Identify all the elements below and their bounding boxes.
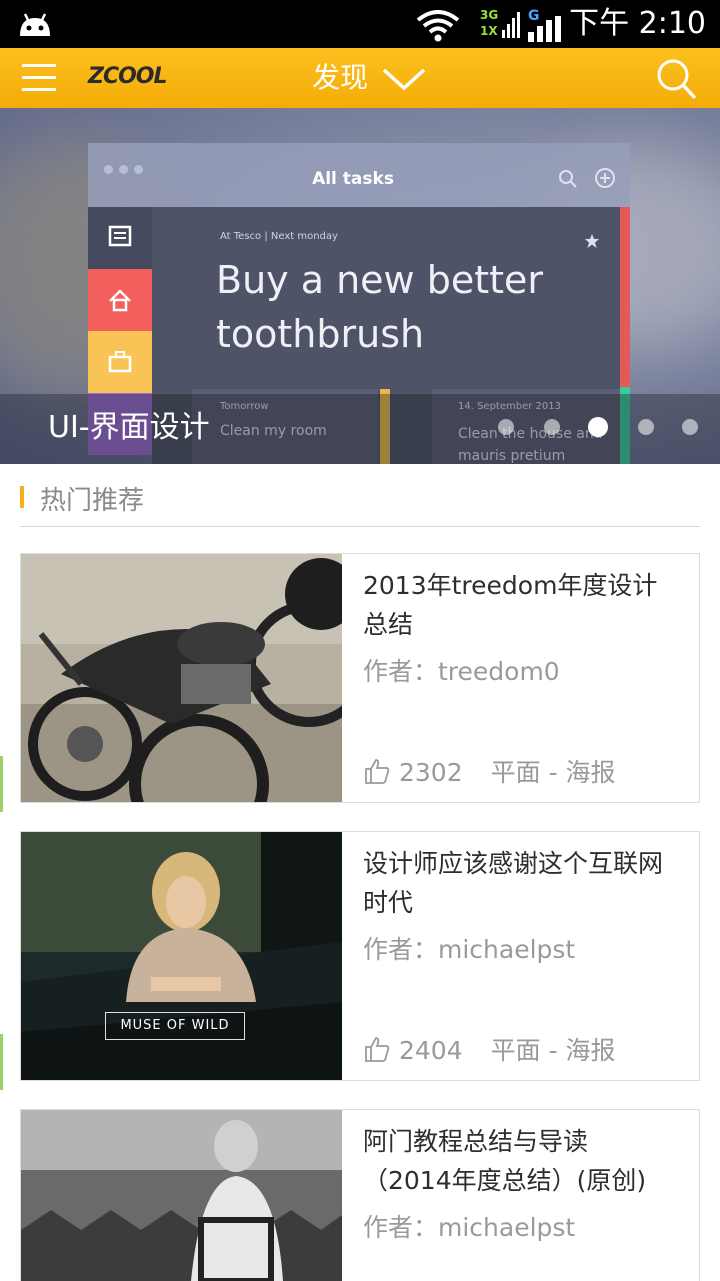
mock-task-title: Buy a new better toothbrush: [216, 258, 544, 356]
page-title[interactable]: 发现: [312, 60, 368, 96]
card-title[interactable]: 设计师应该感谢这个互联网时代: [363, 844, 663, 922]
photo-caption: MUSE OF WILD: [105, 1012, 245, 1040]
mock-window-title: All tasks: [312, 169, 394, 189]
list-item[interactable]: 2013年treedom年度设计总结 作者：treedom0 2302 平面 - …: [20, 553, 700, 803]
wifi-icon: [416, 10, 460, 42]
card-title[interactable]: 阿门教程总结与导读（2014年度总结）(原创): [363, 1122, 663, 1200]
clock: 下午 2:10: [569, 6, 706, 41]
status-bar: 3G 1X G 下午 2:10: [0, 0, 720, 48]
banner-caption: UI-界面设计: [48, 410, 210, 445]
card-category[interactable]: 平面 - 海报: [491, 1036, 616, 1065]
featured-banner[interactable]: All tasks At Tesco | Next monday Buy a n…: [0, 108, 720, 464]
mock-meta: At Tesco | Next monday: [220, 231, 338, 242]
pager-dot[interactable]: [682, 419, 698, 435]
card-author[interactable]: 作者：michaelpst: [363, 930, 575, 966]
inbox-icon: [88, 207, 152, 269]
chevron-down-icon[interactable]: [382, 68, 426, 92]
zcool-logo[interactable]: ZCOOL: [88, 64, 168, 89]
banner-caption-bar: UI-界面设计: [0, 394, 720, 464]
thumbs-up-icon[interactable]: [363, 1035, 391, 1063]
woman-chair-photo[interactable]: [21, 1110, 342, 1281]
network-1x-label: 1X: [480, 24, 498, 38]
pager-dot-active[interactable]: [588, 417, 608, 437]
list-marker: [0, 1034, 3, 1090]
thumbs-up-icon[interactable]: [363, 757, 391, 785]
signal-bars-icon: [528, 16, 561, 42]
like-count: 2404: [399, 1036, 463, 1065]
add-icon: [595, 168, 615, 188]
section-title: 热门推荐: [40, 486, 145, 516]
list-item[interactable]: MUSE OF WILD 设计师应该感谢这个互联网时代 作者：michaelps…: [20, 831, 700, 1081]
network-3g-label: 3G: [480, 8, 499, 22]
home-icon: [88, 269, 152, 331]
like-count: 2302: [399, 758, 463, 787]
list-item[interactable]: 阿门教程总结与导读（2014年度总结）(原创) 作者：michaelpst: [20, 1109, 700, 1281]
mock-accent: [620, 207, 630, 387]
signal-bars-icon: [502, 12, 520, 38]
motorcycle-photo[interactable]: [21, 554, 342, 802]
app-bar: ZCOOL 发现: [0, 48, 720, 108]
pager-dot[interactable]: [498, 419, 514, 435]
card-author[interactable]: 作者：michaelpst: [363, 1208, 575, 1244]
mock-titlebar: All tasks: [88, 143, 630, 207]
card-author[interactable]: 作者：treedom0: [363, 652, 560, 688]
pager-dot[interactable]: [638, 419, 654, 435]
card-stats: 2404 平面 - 海报: [363, 1034, 616, 1068]
android-icon: [20, 13, 50, 36]
section-header: 热门推荐: [20, 476, 700, 527]
card-stats: 2302 平面 - 海报: [363, 756, 616, 790]
list-marker: [0, 756, 3, 812]
star-icon: [585, 234, 599, 248]
search-icon[interactable]: [656, 58, 698, 100]
card-category[interactable]: 平面 - 海报: [491, 758, 616, 787]
briefcase-icon: [88, 331, 152, 393]
search-icon: [559, 170, 577, 188]
muse-of-wild-photo[interactable]: MUSE OF WILD: [21, 832, 342, 1080]
card-title[interactable]: 2013年treedom年度设计总结: [363, 566, 663, 644]
section-accent-bar: [20, 486, 24, 508]
pager-dot[interactable]: [544, 419, 560, 435]
menu-icon[interactable]: [22, 62, 58, 94]
